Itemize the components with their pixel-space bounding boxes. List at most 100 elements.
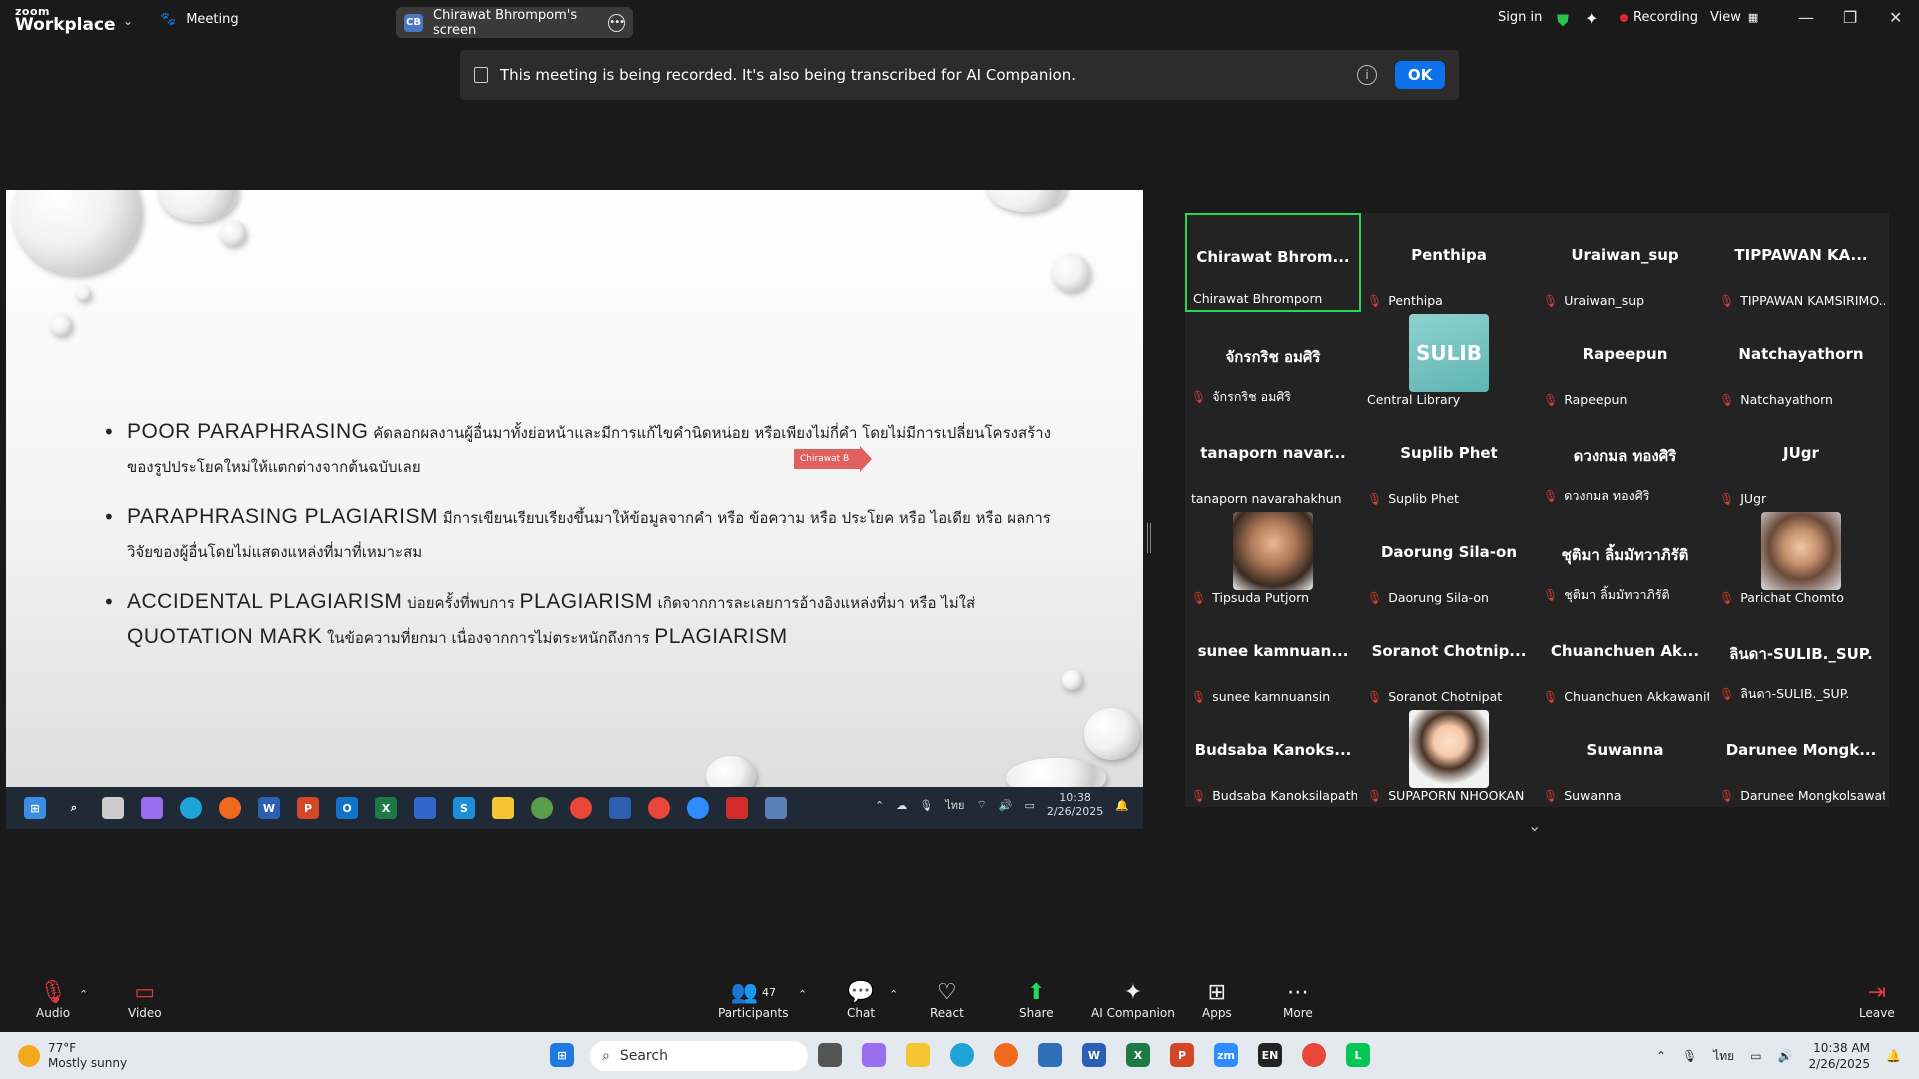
apps-button[interactable]: ⊞ Apps	[1202, 980, 1232, 1020]
windows-start-icon[interactable]: ⊞	[550, 1043, 574, 1067]
chat-button[interactable]: 💬 Chat	[847, 980, 875, 1020]
participant-tile[interactable]: Suwanna 🎙 Suwanna	[1537, 708, 1713, 807]
chevron-up-icon[interactable]: ⌃	[1656, 1049, 1666, 1063]
participant-name: sunee kamnuansin	[1212, 689, 1331, 704]
edge-icon[interactable]	[950, 1043, 974, 1067]
minimize-icon[interactable]: —	[1798, 8, 1814, 27]
participant-tile[interactable]: 🎙 Parichat Chomto	[1713, 510, 1889, 609]
system-clock[interactable]: 10:38 AM 2/26/2025	[1809, 1040, 1871, 1072]
react-button[interactable]: ♡ React	[930, 980, 964, 1020]
language-indicator[interactable]: ไทย	[1713, 1047, 1734, 1066]
participant-tile[interactable]: จักรกริช อมศิริ 🎙 จักรกริช อมศิริ	[1185, 312, 1361, 411]
chrome-icon[interactable]	[1302, 1043, 1326, 1067]
participant-tile[interactable]: Daorung Sila-on 🎙 Daorung Sila-on	[1361, 510, 1537, 609]
screen-share-tab[interactable]: CB Chirawat Bhrompom's screen •••	[396, 7, 633, 38]
ai-companion-button[interactable]: ✦ AI Companion	[1091, 980, 1175, 1020]
microphone-icon[interactable]: 🎙	[1682, 1049, 1697, 1063]
participants-icon: 👥 47	[730, 980, 776, 1005]
word-icon[interactable]: W	[1082, 1043, 1106, 1067]
notification-bell-icon[interactable]: 🔔	[1886, 1049, 1901, 1063]
share-button[interactable]: ⬆ Share	[1019, 980, 1054, 1020]
store-icon[interactable]	[1038, 1043, 1062, 1067]
participant-tile[interactable]: 🎙 SUPAPORN NHOOKAN	[1361, 708, 1537, 807]
participant-name-label: 🎙 Suwanna	[1543, 788, 1709, 803]
ok-button[interactable]: OK	[1395, 61, 1445, 89]
participant-tile[interactable]: Penthipa 🎙 Penthipa	[1361, 213, 1537, 312]
participant-tile[interactable]: ลินดา-SULIB._SUP. 🎙 ลินดา-SULIB._SUP.	[1713, 609, 1889, 708]
participant-video-thumbnail	[1761, 512, 1841, 590]
panel-resize-handle[interactable]	[1147, 523, 1151, 553]
copilot-icon[interactable]	[862, 1043, 886, 1067]
more-button[interactable]: ⋯ More	[1283, 980, 1313, 1020]
recording-indicator[interactable]: Recording	[1620, 10, 1698, 25]
meeting-button[interactable]: 🐾 Meeting	[160, 12, 239, 27]
zoom-logo: zoom Workplace	[15, 6, 116, 34]
participant-tile[interactable]: Chuanchuen Ak... 🎙 Chuanchuen Akkawanitcha	[1537, 609, 1713, 708]
file-explorer-icon[interactable]	[906, 1043, 930, 1067]
zoom-icon[interactable]: zm	[1214, 1043, 1238, 1067]
firefox-icon[interactable]	[994, 1043, 1018, 1067]
acrobat-icon	[726, 797, 748, 819]
speaker-icon[interactable]: 🔊	[1778, 1049, 1793, 1063]
participant-name: Tipsuda Putjorn	[1212, 590, 1309, 605]
line-app-icon[interactable]: L	[1346, 1043, 1370, 1067]
participant-tile[interactable]: tanaporn navar... tanaporn navarahakhun	[1185, 411, 1361, 510]
participant-tile[interactable]: sunee kamnuan... 🎙 sunee kamnuansin	[1185, 609, 1361, 708]
participant-tile[interactable]: ชุติมา ลิ้มมัทวาภิรัติ 🎙 ชุติมา ลิ้มมัทวาภ…	[1537, 510, 1713, 609]
participant-tile[interactable]: Soranot Chotnip... 🎙 Soranot Chotnipat	[1361, 609, 1537, 708]
sulib-logo-image: SULIB	[1409, 314, 1489, 392]
weather-widget[interactable]: 77°F Mostly sunny	[18, 1041, 127, 1071]
chevron-down-icon[interactable]: ⌄	[123, 14, 133, 28]
language-app-icon[interactable]: EN	[1258, 1043, 1282, 1067]
participants-options-caret-icon[interactable]: ⌃	[798, 988, 807, 1001]
audio-button[interactable]: 🎙 Audio	[36, 980, 70, 1020]
more-icon: ⋯	[1286, 980, 1309, 1005]
gallery-scroll-down-icon[interactable]: ⌄	[1528, 816, 1541, 835]
share-label: Share	[1019, 1006, 1054, 1020]
participant-name-label: 🎙 Budsaba Kanoksilapatha...	[1191, 788, 1357, 803]
participant-tile[interactable]: Rapeepun 🎙 Rapeepun	[1537, 312, 1713, 411]
view-button[interactable]: View ▦	[1710, 10, 1758, 25]
info-icon[interactable]: i	[1357, 65, 1377, 85]
participant-tile[interactable]: Suplib Phet 🎙 Suplib Phet	[1361, 411, 1537, 510]
participant-tile[interactable]: SULIB Central Library	[1361, 312, 1537, 411]
audio-options-caret-icon[interactable]: ⌃	[79, 988, 88, 1001]
restore-icon[interactable]: ❐	[1843, 8, 1857, 27]
participant-tile[interactable]: Uraiwan_sup 🎙 Uraiwan_sup	[1537, 213, 1713, 312]
close-icon[interactable]: ✕	[1889, 8, 1902, 27]
chat-options-caret-icon[interactable]: ⌃	[889, 988, 898, 1001]
ai-sparkle-icon[interactable]: ✦	[1585, 9, 1598, 28]
participant-name-label: Central Library	[1367, 392, 1533, 407]
notice-text: This meeting is being recorded. It's als…	[500, 66, 1076, 84]
participant-tile[interactable]: 🎙 Tipsuda Putjorn	[1185, 510, 1361, 609]
leave-button[interactable]: ⇥ Leave	[1859, 980, 1895, 1020]
participant-name: Suwanna	[1564, 788, 1622, 803]
presenter-taskbar: ⊞ ⌕ W P O X S ⌃ ☁ 🎙 ไทย ⌔ 🔊 ▭ 10:38 2/26…	[6, 787, 1143, 829]
participant-display-name: Suwanna	[1586, 741, 1664, 759]
display-icon[interactable]: ▭	[1750, 1049, 1761, 1063]
windows-search-box[interactable]: ⌕ Search	[590, 1041, 808, 1071]
participant-tile[interactable]: Natchayathorn 🎙 Natchayathorn	[1713, 312, 1889, 411]
participants-button[interactable]: 👥 47 Participants	[718, 980, 789, 1020]
muted-mic-icon: 🎙	[1719, 392, 1735, 407]
more-options-icon[interactable]: •••	[608, 13, 625, 32]
water-drop	[1052, 254, 1090, 292]
water-drop	[706, 756, 756, 787]
water-drop	[1084, 708, 1140, 760]
participant-name-label: 🎙 Suplib Phet	[1367, 491, 1533, 506]
participant-tile[interactable]: Budsaba Kanoks... 🎙 Budsaba Kanoksilapatha…	[1185, 708, 1361, 807]
chrome-icon	[648, 797, 670, 819]
participant-tile[interactable]: Chirawat Bhrom... Chirawat Bhromporn	[1185, 213, 1361, 312]
participant-tile[interactable]: JUgr 🎙 JUgr	[1713, 411, 1889, 510]
task-view-icon[interactable]	[818, 1043, 842, 1067]
participant-tile[interactable]: ดวงกมล ทองศิริ 🎙 ดวงกมล ทองศิริ	[1537, 411, 1713, 510]
shield-check-icon[interactable]: ⛊	[1557, 11, 1569, 31]
participant-tile[interactable]: TIPPAWAN KA... 🎙 TIPPAWAN KAMSIRIMO...	[1713, 213, 1889, 312]
water-drop	[220, 220, 246, 246]
sign-in-link[interactable]: Sign in	[1498, 10, 1542, 25]
powerpoint-icon[interactable]: P	[1170, 1043, 1194, 1067]
video-button[interactable]: ▭ Video	[128, 980, 162, 1020]
excel-icon[interactable]: X	[1126, 1043, 1150, 1067]
participant-tile[interactable]: Darunee Mongk... 🎙 Darunee Mongkolsawat	[1713, 708, 1889, 807]
recording-label: Recording	[1633, 10, 1699, 25]
